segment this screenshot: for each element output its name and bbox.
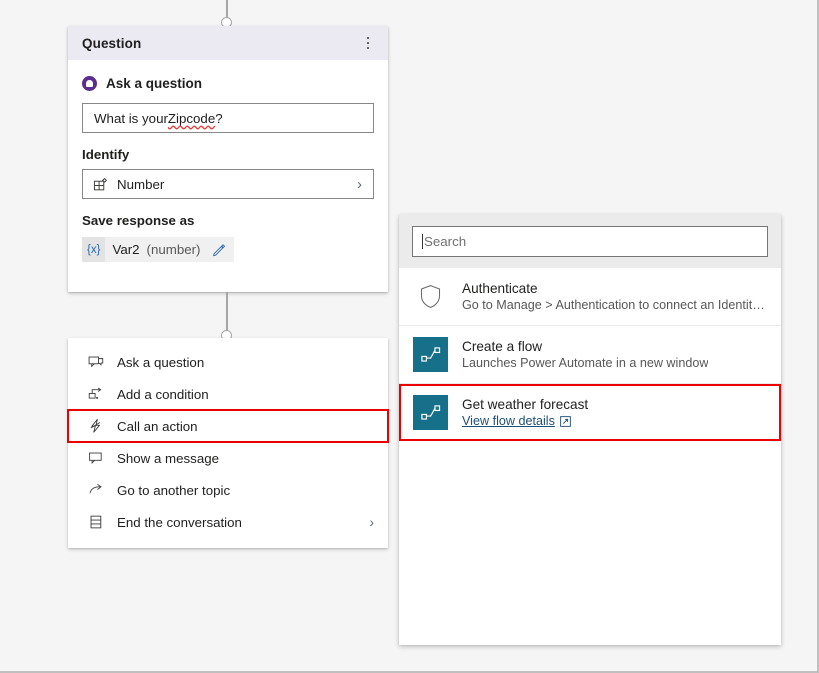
list-item-subtitle: Go to Manage > Authentication to connect…: [462, 298, 767, 312]
power-automate-flow-icon: [413, 395, 448, 430]
menu-item-label: Add a condition: [117, 386, 209, 402]
question-text-plain: What is your: [94, 110, 168, 126]
menu-item-label: Go to another topic: [117, 482, 231, 498]
view-flow-details-link[interactable]: View flow details: [462, 414, 588, 428]
menu-item-ask-a-question[interactable]: Ask a question: [68, 346, 388, 378]
panel-search-area: Search: [399, 214, 781, 268]
question-card-title: Question: [82, 35, 142, 51]
menu-item-label: Show a message: [117, 450, 219, 466]
list-item-create-a-flow[interactable]: Create a flow Launches Power Automate in…: [399, 326, 781, 384]
ask-question-icon: [86, 354, 106, 370]
identify-entity-select[interactable]: Number ›: [82, 169, 374, 199]
ask-a-question-row: Ask a question: [82, 76, 374, 91]
action-picker-panel: Search Authenticate Go to Manage > Authe…: [399, 214, 781, 645]
list-item-subtitle: Launches Power Automate in a new window: [462, 356, 709, 370]
menu-item-label: End the conversation: [117, 514, 242, 530]
menu-item-call-an-action[interactable]: Call an action: [67, 409, 389, 443]
list-item-text: Get weather forecast View flow details: [462, 397, 588, 428]
variable-type: (number): [146, 242, 201, 257]
list-item-title: Authenticate: [462, 281, 538, 296]
search-input[interactable]: Search: [412, 226, 768, 257]
question-text-suffix: ?: [215, 110, 223, 126]
search-placeholder: Search: [424, 234, 467, 249]
action-list: Authenticate Go to Manage > Authenticati…: [399, 268, 781, 441]
menu-item-end-the-conversation[interactable]: End the conversation ›: [68, 506, 388, 538]
list-item-text: Create a flow Launches Power Automate in…: [462, 339, 708, 370]
list-item-get-weather-forecast[interactable]: Get weather forecast View flow details: [399, 384, 781, 441]
menu-item-show-a-message[interactable]: Show a message: [68, 442, 388, 474]
shield-icon: [413, 279, 448, 314]
kebab-more-icon[interactable]: [360, 34, 376, 52]
add-node-action-menu: Ask a question Add a condition Call an a…: [67, 338, 389, 548]
variable-token-icon: {x}: [82, 237, 106, 262]
chevron-right-icon[interactable]: ›: [369, 514, 374, 530]
message-bubble-icon: [86, 450, 106, 466]
response-variable-chip[interactable]: {x} Var2 (number): [82, 237, 234, 262]
question-card-header: Question: [68, 26, 388, 60]
question-node-card[interactable]: Question Ask a question What is your Zip…: [68, 26, 388, 292]
chevron-right-icon[interactable]: ›: [357, 177, 362, 192]
list-item-title: Get weather forecast: [462, 397, 589, 412]
menu-item-label: Call an action: [117, 418, 198, 434]
menu-item-go-to-another-topic[interactable]: Go to another topic: [68, 474, 388, 506]
question-filled-icon: [82, 76, 97, 91]
text-caret: [422, 234, 423, 249]
open-in-new-window-icon: [560, 415, 571, 427]
list-item-title: Create a flow: [462, 339, 543, 354]
branch-condition-icon: [86, 386, 106, 402]
variable-name: Var2: [112, 242, 140, 257]
menu-item-label: Ask a question: [117, 354, 205, 370]
authoring-canvas: Question Ask a question What is your Zip…: [0, 0, 819, 673]
end-conversation-icon: [86, 514, 106, 530]
menu-item-add-a-condition[interactable]: Add a condition: [68, 378, 388, 410]
ask-a-question-label: Ask a question: [106, 76, 203, 91]
identify-label: Identify: [82, 147, 130, 162]
redirect-arrow-icon: [86, 482, 106, 498]
list-item-text: Authenticate Go to Manage > Authenticati…: [462, 281, 767, 312]
question-card-body: Ask a question What is your Zipcode? Ide…: [68, 60, 388, 262]
question-text-input[interactable]: What is your Zipcode?: [82, 103, 374, 133]
question-text-misspelled: Zipcode: [167, 110, 216, 126]
pencil-edit-icon[interactable]: [212, 243, 226, 257]
connector-line-middle: [226, 292, 228, 332]
lightning-bolt-icon: [86, 418, 106, 434]
entity-grid-icon: [93, 177, 108, 190]
identify-selected-value: Number: [117, 176, 165, 192]
view-flow-details-label: View flow details: [462, 414, 555, 428]
save-response-label: Save response as: [82, 213, 195, 228]
list-item-authenticate[interactable]: Authenticate Go to Manage > Authenticati…: [399, 268, 781, 326]
power-automate-flow-icon: [413, 337, 448, 372]
